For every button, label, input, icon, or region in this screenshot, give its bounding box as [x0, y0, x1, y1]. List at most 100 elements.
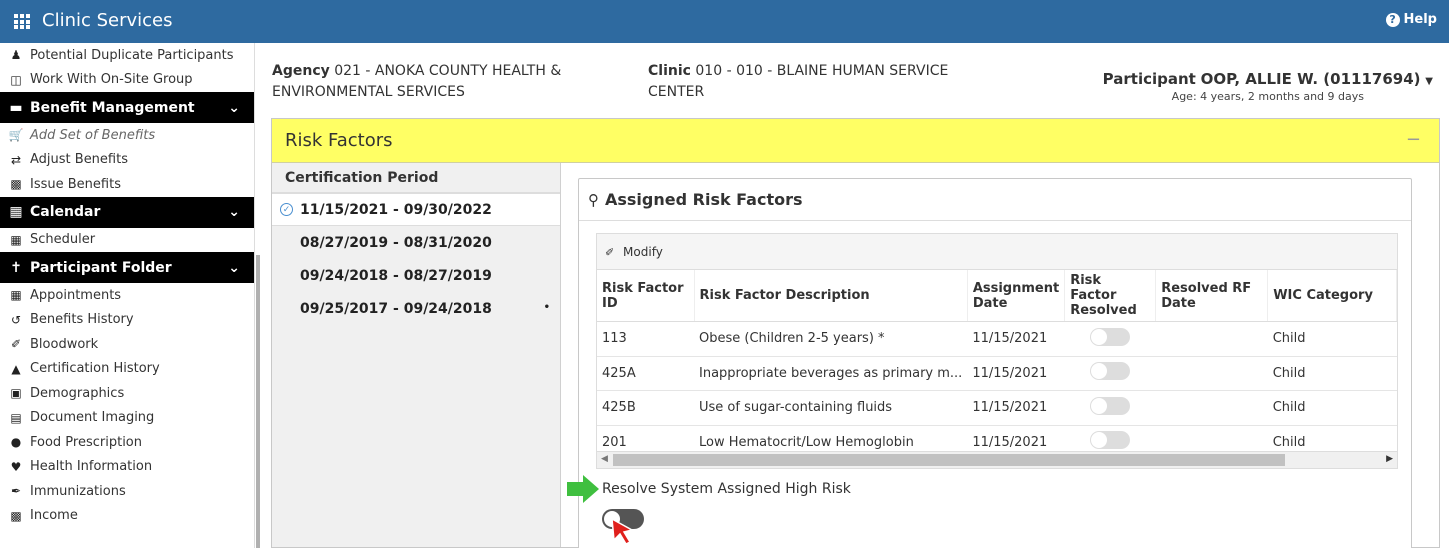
- certification-period-item[interactable]: 08/27/2019 - 08/31/2020: [272, 226, 560, 259]
- sidebar-item-income[interactable]: ▩ Income: [0, 504, 254, 529]
- risk-factors-panel: Risk Factors − Certification Period ✓ 11…: [271, 118, 1440, 548]
- sidebar-item-benefits-history[interactable]: ↺ Benefits History: [0, 308, 254, 333]
- sidebar-item-food-prescription[interactable]: ● Food Prescription: [0, 430, 254, 455]
- certification-period-item[interactable]: ✓ 11/15/2021 - 09/30/2022: [272, 193, 560, 226]
- sidebar-item-appointments[interactable]: ▦ Appointments: [0, 283, 254, 308]
- sidebar-item-label: Immunizations: [30, 483, 126, 499]
- sidebar-section-benefit-management[interactable]: ▬ Benefit Management ⌄: [0, 92, 254, 123]
- sidebar-item-bloodwork[interactable]: ✐ Bloodwork: [0, 332, 254, 357]
- table-row[interactable]: 425B Use of sugar-containing fluids 11/1…: [597, 390, 1397, 426]
- sidebar-item-scheduler[interactable]: ▦ Scheduler: [0, 228, 254, 253]
- cell-id: 425A: [597, 356, 694, 391]
- period-label: 09/25/2017 - 09/24/2018: [300, 300, 492, 317]
- cart-icon: 🛒: [8, 128, 24, 143]
- cell-id: 113: [597, 321, 694, 357]
- column-header-description[interactable]: Risk Factor Description: [694, 270, 968, 322]
- question-icon: ?: [1385, 12, 1400, 27]
- cell-assignment-date: 11/15/2021: [967, 390, 1065, 426]
- certification-period-item[interactable]: 09/25/2017 - 09/24/2018 •: [272, 292, 560, 325]
- cell-description: Inappropriate beverages as primary m...: [694, 356, 968, 391]
- scroll-right-icon[interactable]: ▶: [1386, 454, 1393, 464]
- section-title: Assigned Risk Factors: [605, 190, 803, 209]
- risk-factors-header: Risk Factors −: [272, 119, 1439, 163]
- column-header-resolved[interactable]: Risk Factor Resolved: [1064, 270, 1157, 322]
- credit-card-icon: ▬: [9, 99, 23, 116]
- cell-wic-category: Child: [1267, 390, 1397, 426]
- assigned-risk-factors-header: ⚲ Assigned Risk Factors: [579, 179, 1411, 221]
- agency-info: Agency 021 - ANOKA COUNTY HEALTH & ENVIR…: [272, 61, 622, 103]
- sidebar-item-label: Scheduler: [30, 232, 96, 248]
- id-badge-icon: ▣: [10, 386, 22, 401]
- sidebar-item-adjust-benefits[interactable]: ⇄ Adjust Benefits: [0, 148, 254, 173]
- certification-period-list: Certification Period ✓ 11/15/2021 - 09/3…: [272, 163, 561, 547]
- cell-resolved-date: [1155, 321, 1268, 357]
- sidebar-item-label: Issue Benefits: [30, 176, 121, 192]
- sidebar-scrollbar[interactable]: [256, 255, 260, 548]
- sidebar-item-onsite-group[interactable]: ◫ Work With On-Site Group: [0, 68, 254, 93]
- sidebar-item-label: Income: [30, 508, 78, 524]
- document-icon: ▤: [10, 410, 22, 425]
- participant-age: Age: 4 years, 2 months and 9 days: [1171, 90, 1364, 103]
- column-header-wic-category[interactable]: WIC Category: [1267, 270, 1397, 322]
- scroll-left-icon[interactable]: ◀: [601, 454, 608, 464]
- ribbon-icon: ⚲: [588, 190, 599, 209]
- sidebar-section-calendar[interactable]: ▦ Calendar ⌄: [0, 196, 254, 228]
- resolved-toggle[interactable]: [1090, 327, 1131, 346]
- collapse-icon[interactable]: −: [1406, 129, 1421, 150]
- syringe-icon: ✒: [10, 484, 22, 499]
- graduation-icon: ▲: [11, 361, 21, 376]
- sidebar-item-label: Benefits History: [30, 312, 134, 328]
- column-header-assignment-date[interactable]: Assignment Date: [967, 270, 1066, 322]
- chevron-down-icon: ⌄: [228, 204, 240, 220]
- resolved-toggle[interactable]: [1090, 396, 1131, 415]
- sidebar-section-participant-folder[interactable]: ✝ Participant Folder ⌄: [0, 252, 254, 283]
- participant-value: OOP, ALLIE W. (01117694): [1200, 70, 1421, 88]
- clinic-value: 010 - 010 - BLAINE HUMAN SERVICE CENTER: [648, 63, 949, 100]
- sidebar-item-certification-history[interactable]: ▲ Certification History: [0, 357, 254, 382]
- sidebar-item-label: Demographics: [30, 385, 125, 401]
- cell-id: 425B: [597, 390, 694, 426]
- table-row[interactable]: 113 Obese (Children 2-5 years) * 11/15/2…: [597, 321, 1397, 357]
- horizontal-scrollbar[interactable]: ◀ ▶: [597, 451, 1397, 468]
- sidebar-item-add-set-of-benefits[interactable]: 🛒 Add Set of Benefits: [0, 123, 254, 148]
- cell-resolved-date: [1155, 390, 1268, 426]
- period-label: 08/27/2019 - 08/31/2020: [300, 234, 492, 251]
- sidebar-item-health-information[interactable]: ♥ Health Information: [0, 455, 254, 480]
- participant-header: Agency 021 - ANOKA COUNTY HEALTH & ENVIR…: [260, 43, 1449, 116]
- apps-grid-icon[interactable]: [14, 14, 31, 29]
- sidebar-item-label: Work With On-Site Group: [30, 72, 193, 88]
- sidebar-item-immunizations[interactable]: ✒ Immunizations: [0, 479, 254, 504]
- help-link[interactable]: ? Help: [1385, 12, 1437, 27]
- caret-down-icon: ▼: [1425, 76, 1433, 87]
- column-header-resolved-date[interactable]: Resolved RF Date: [1155, 270, 1269, 322]
- sidebar-item-document-imaging[interactable]: ▤ Document Imaging: [0, 406, 254, 431]
- help-label: Help: [1403, 12, 1437, 27]
- pencil-icon: ✐: [605, 245, 615, 259]
- scrollbar-thumb[interactable]: [613, 454, 1285, 466]
- section-label: Benefit Management: [30, 99, 195, 116]
- modify-label: Modify: [623, 244, 663, 259]
- user-edit-icon: ♟: [10, 48, 22, 63]
- participant-selector[interactable]: Participant OOP, ALLIE W. (01117694) ▼ A…: [1103, 70, 1433, 103]
- table-header-row: Risk Factor ID Risk Factor Description A…: [597, 270, 1397, 322]
- app-header-bar: Clinic Services ? Help: [0, 0, 1449, 43]
- grid-toolbar: ✐ Modify: [597, 234, 1397, 270]
- sidebar-item-potential-duplicates[interactable]: ♟ Potential Duplicate Participants: [0, 43, 254, 68]
- column-header-id[interactable]: Risk Factor ID: [597, 270, 695, 322]
- sidebar-item-label: Adjust Benefits: [30, 152, 128, 168]
- table-row[interactable]: 425A Inappropriate beverages as primary …: [597, 356, 1397, 391]
- resolved-toggle[interactable]: [1090, 362, 1131, 381]
- resolved-toggle[interactable]: [1090, 431, 1131, 450]
- exchange-icon: ⇄: [10, 152, 22, 167]
- modify-button[interactable]: ✐ Modify: [605, 245, 663, 259]
- risk-factor-grid: ✐ Modify Risk Factor ID Risk Factor Desc…: [596, 233, 1398, 469]
- sidebar-item-label: Add Set of Benefits: [30, 127, 156, 143]
- pointer-cursor-icon: [611, 517, 635, 545]
- sidebar-item-demographics[interactable]: ▣ Demographics: [0, 381, 254, 406]
- certification-period-header: Certification Period: [272, 163, 560, 193]
- sidebar-item-issue-benefits[interactable]: ▩ Issue Benefits: [0, 172, 254, 197]
- certification-period-item[interactable]: 09/24/2018 - 08/27/2019: [272, 259, 560, 292]
- assigned-risk-factors-box: ⚲ Assigned Risk Factors ✐ Modify Risk Fa…: [567, 178, 1412, 548]
- calendar-icon: ▦: [9, 204, 23, 220]
- cell-assignment-date: 11/15/2021: [967, 356, 1065, 391]
